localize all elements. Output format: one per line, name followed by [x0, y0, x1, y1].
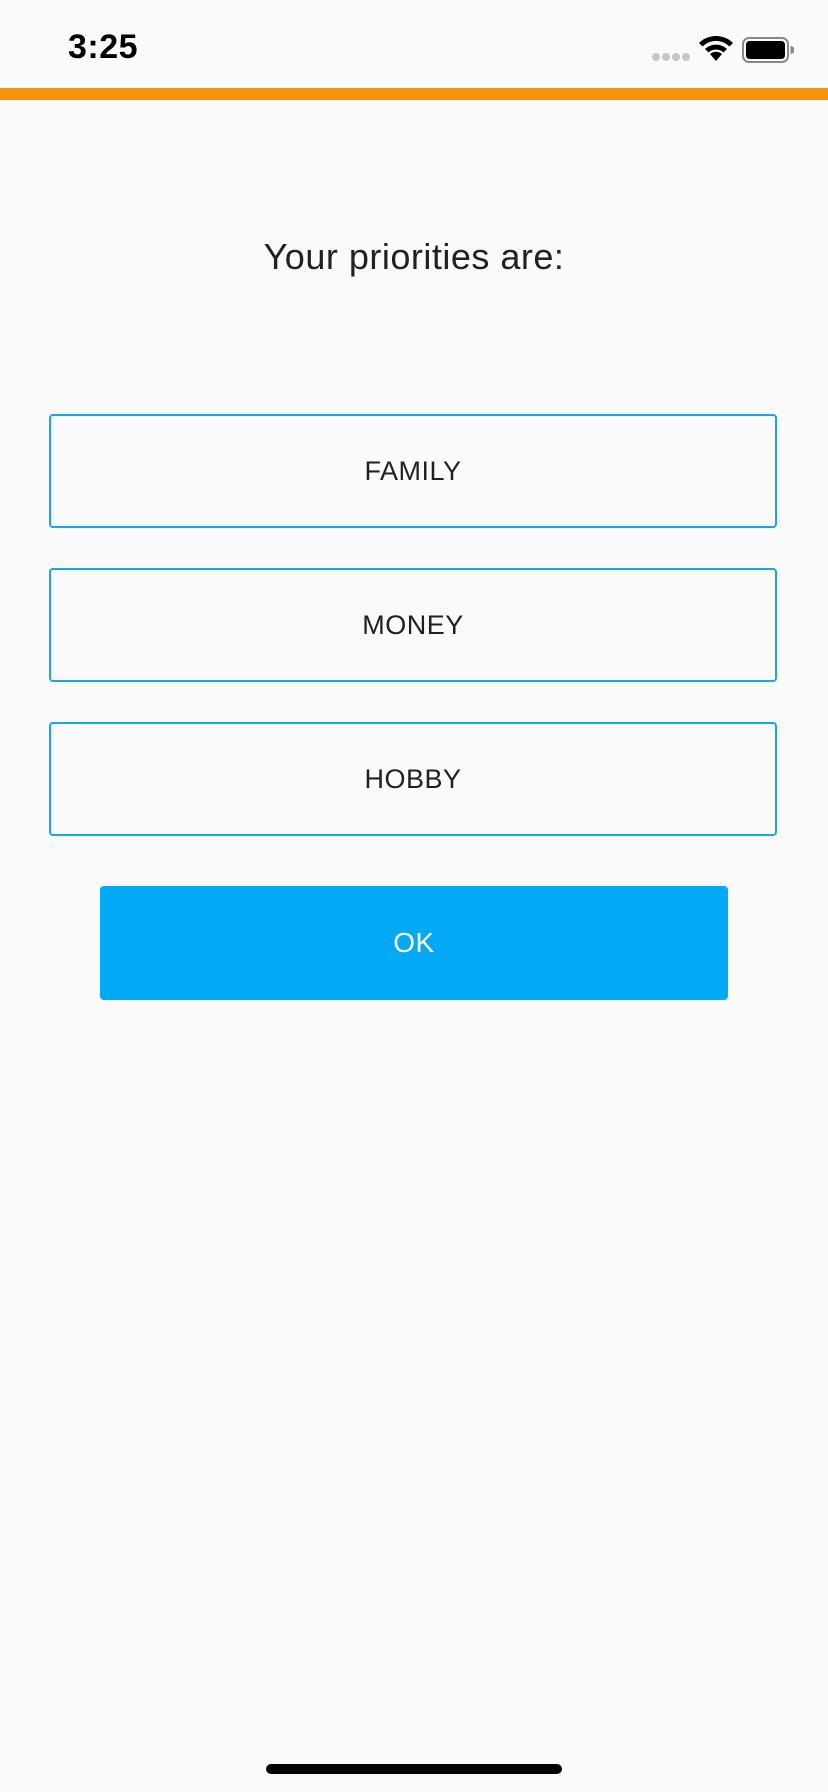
wifi-icon: [699, 36, 733, 61]
ok-button-label: OK: [393, 927, 435, 958]
page-title: Your priorities are:: [263, 236, 565, 277]
ok-button[interactable]: OK: [100, 886, 728, 1000]
priority-label: HOBBY: [364, 763, 462, 794]
battery-icon: [742, 37, 794, 63]
priorities-screen: 3:25 Your priorities are: FAMILY MONEY H…: [0, 0, 828, 1792]
priority-item-family[interactable]: FAMILY: [49, 414, 777, 528]
accent-bar: [0, 88, 828, 100]
home-indicator: [266, 1764, 562, 1774]
priority-label: MONEY: [362, 609, 464, 640]
status-bar: 3:25: [0, 0, 828, 88]
cellular-signal-icon: [652, 53, 690, 61]
status-time: 3:25: [68, 28, 139, 66]
priority-item-hobby[interactable]: HOBBY: [49, 722, 777, 836]
priority-label: FAMILY: [364, 455, 462, 486]
priority-item-money[interactable]: MONEY: [49, 568, 777, 682]
